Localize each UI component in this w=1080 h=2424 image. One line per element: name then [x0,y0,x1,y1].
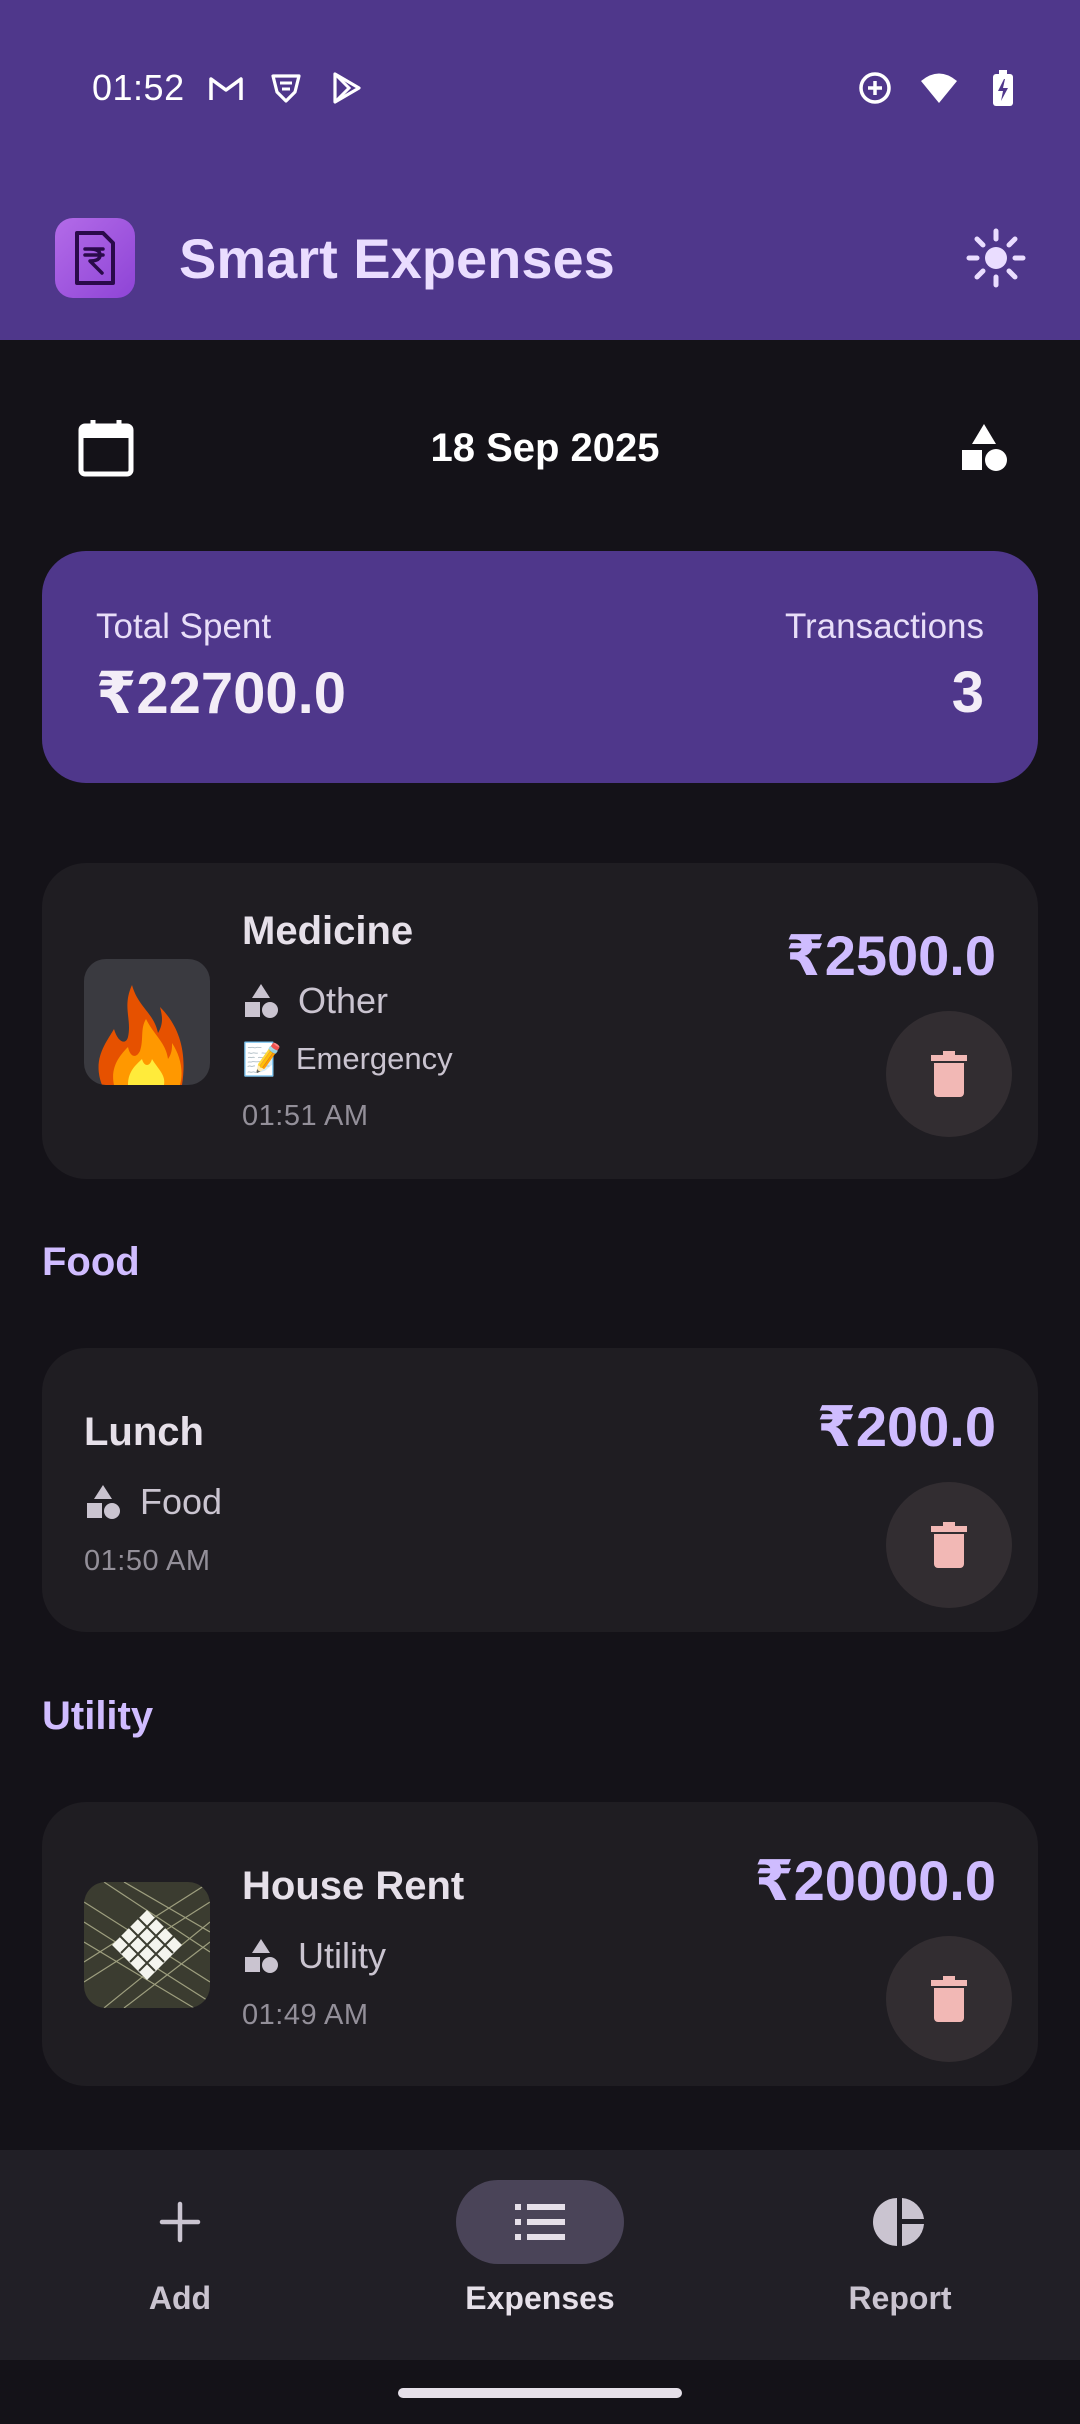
expense-amount: ₹200.0 [816,1395,996,1458]
expense-card[interactable]: Medicine Other 📝 Emergency 01:51 AM ₹250… [42,863,1038,1179]
delete-button[interactable] [886,1936,1012,2062]
status-time: 01:52 [92,67,185,108]
receipt-rupee-icon [55,218,135,298]
calendar-icon[interactable] [70,412,142,484]
vpn-shield-icon [267,69,305,107]
transactions-label: Transactions [784,607,984,646]
expense-amount: ₹2500.0 [785,924,996,987]
nav-add-label: Add [148,2280,212,2316]
pie-chart-icon [816,2180,984,2264]
light-mode-icon[interactable] [956,218,1036,298]
status-bar: 01:52 [0,55,1080,121]
nav-expenses[interactable]: Expenses [390,2150,690,2317]
expense-time: 01:51 AM [242,1100,369,1132]
home-indicator[interactable] [398,2388,682,2398]
category-icon [245,1939,278,1973]
expense-amount: ₹20000.0 [754,1849,996,1912]
nav-report[interactable]: Report [750,2150,1050,2317]
expense-name: Medicine [242,909,414,953]
memo-icon: 📝 [242,1041,282,1077]
gmail-icon [207,69,245,107]
transactions-count: 3 [951,660,984,725]
expense-name: Lunch [84,1410,204,1454]
nav-expenses-label: Expenses [465,2280,615,2316]
section-header-utility: Utility [42,1694,154,1738]
trash-icon [931,1051,967,1097]
total-spent-label: Total Spent [96,607,272,646]
nav-report-label: Report [848,2280,952,2316]
fire-image [84,959,210,1085]
category-icon [87,1485,120,1519]
top-app-bar: 01:52 Smart Expenses [0,0,1080,340]
app-bar: Smart Expenses [0,210,1080,306]
category-icon [245,984,278,1018]
bottom-navigation: Add Expenses Report [0,2150,1080,2360]
app-title: Smart Expenses [179,226,615,290]
battery-charging-icon [984,69,1022,107]
trash-icon [931,1976,967,2022]
selected-date[interactable]: 18 Sep 2025 [430,426,659,471]
delete-button[interactable] [886,1482,1012,1608]
list-icon [456,2180,624,2264]
delete-button[interactable] [886,1011,1012,1137]
data-saver-icon [856,69,894,107]
wifi-icon [920,69,958,107]
category-icon[interactable] [948,412,1020,484]
expense-time: 01:49 AM [242,1999,369,2031]
trash-icon [931,1522,967,1568]
summary-card: Total Spent ₹22700.0 Transactions 3 [42,551,1038,783]
expense-category: Utility [298,1935,386,1976]
nav-add[interactable]: Add [30,2150,330,2317]
section-header-food: Food [42,1240,140,1284]
total-spent-value: ₹22700.0 [96,661,347,726]
play-store-icon [327,69,365,107]
expense-card[interactable]: Lunch Food 01:50 AM ₹200.0 [42,1348,1038,1632]
expense-card[interactable]: House Rent Utility 01:49 AM ₹20000.0 [42,1802,1038,2086]
abstract-grid-image [84,1882,210,2008]
expense-category: Food [140,1481,223,1522]
expense-category: Other [298,980,389,1021]
expense-time: 01:50 AM [84,1545,211,1577]
plus-icon [96,2180,264,2264]
date-selector-row: 18 Sep 2025 [0,400,1080,496]
expense-note: Emergency [295,1041,453,1076]
expense-name: House Rent [242,1864,465,1908]
